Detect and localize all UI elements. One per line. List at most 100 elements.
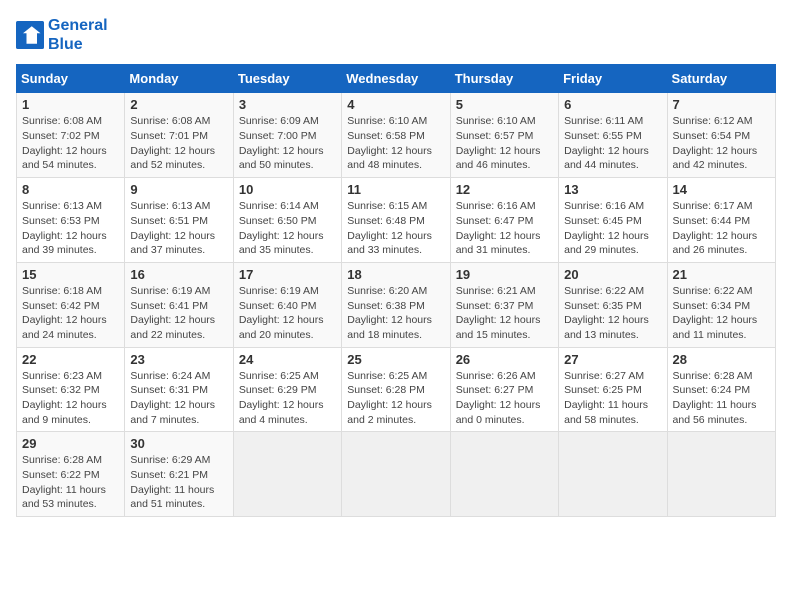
day-number: 19 bbox=[456, 267, 553, 282]
day-details: Sunrise: 6:27 AM Sunset: 6:25 PM Dayligh… bbox=[564, 369, 661, 428]
day-details: Sunrise: 6:19 AM Sunset: 6:41 PM Dayligh… bbox=[130, 284, 227, 343]
day-number: 29 bbox=[22, 436, 119, 451]
empty-cell bbox=[342, 432, 450, 517]
day-details: Sunrise: 6:16 AM Sunset: 6:45 PM Dayligh… bbox=[564, 199, 661, 258]
day-cell-7: 7 Sunrise: 6:12 AM Sunset: 6:54 PM Daylig… bbox=[667, 93, 775, 178]
day-number: 18 bbox=[347, 267, 444, 282]
day-details: Sunrise: 6:13 AM Sunset: 6:51 PM Dayligh… bbox=[130, 199, 227, 258]
day-number: 15 bbox=[22, 267, 119, 282]
day-cell-13: 13 Sunrise: 6:16 AM Sunset: 6:45 PM Dayli… bbox=[559, 178, 667, 263]
header-row: SundayMondayTuesdayWednesdayThursdayFrid… bbox=[17, 65, 776, 93]
day-details: Sunrise: 6:28 AM Sunset: 6:24 PM Dayligh… bbox=[673, 369, 770, 428]
day-details: Sunrise: 6:25 AM Sunset: 6:28 PM Dayligh… bbox=[347, 369, 444, 428]
day-details: Sunrise: 6:16 AM Sunset: 6:47 PM Dayligh… bbox=[456, 199, 553, 258]
logo: General Blue bbox=[16, 16, 108, 54]
day-cell-23: 23Sunrise: 6:24 AM Sunset: 6:31 PM Dayli… bbox=[125, 347, 233, 432]
day-cell-21: 21 Sunrise: 6:22 AM Sunset: 6:34 PM Dayli… bbox=[667, 262, 775, 347]
header-cell-friday: Friday bbox=[559, 65, 667, 93]
day-cell-16: 16 Sunrise: 6:19 AM Sunset: 6:41 PM Dayli… bbox=[125, 262, 233, 347]
day-number: 26 bbox=[456, 352, 553, 367]
day-number: 28 bbox=[673, 352, 770, 367]
day-cell-26: 26 Sunrise: 6:26 AM Sunset: 6:27 PM Dayli… bbox=[450, 347, 558, 432]
day-number: 30 bbox=[130, 436, 227, 451]
day-cell-11: 11Sunrise: 6:15 AM Sunset: 6:48 PM Dayli… bbox=[342, 178, 450, 263]
empty-cell bbox=[450, 432, 558, 517]
day-cell-3: 3 Sunrise: 6:09 AM Sunset: 7:00 PM Daylig… bbox=[233, 93, 341, 178]
day-cell-29: 29 Sunrise: 6:28 AM Sunset: 6:22 PM Dayli… bbox=[17, 432, 125, 517]
day-number: 6 bbox=[564, 97, 661, 112]
day-number: 16 bbox=[130, 267, 227, 282]
day-details: Sunrise: 6:23 AM Sunset: 6:32 PM Dayligh… bbox=[22, 369, 119, 428]
day-cell-10: 10 Sunrise: 6:14 AM Sunset: 6:50 PM Dayli… bbox=[233, 178, 341, 263]
day-cell-2: 2 Sunrise: 6:08 AM Sunset: 7:01 PM Daylig… bbox=[125, 93, 233, 178]
header-cell-wednesday: Wednesday bbox=[342, 65, 450, 93]
day-cell-15: 15 Sunrise: 6:18 AM Sunset: 6:42 PM Dayli… bbox=[17, 262, 125, 347]
calendar-header: SundayMondayTuesdayWednesdayThursdayFrid… bbox=[17, 65, 776, 93]
calendar-week-row: 22 Sunrise: 6:23 AM Sunset: 6:32 PM Dayli… bbox=[17, 347, 776, 432]
day-cell-25: 25Sunrise: 6:25 AM Sunset: 6:28 PM Dayli… bbox=[342, 347, 450, 432]
calendar-body: 1 Sunrise: 6:08 AM Sunset: 7:02 PM Daylig… bbox=[17, 93, 776, 517]
day-cell-27: 27 Sunrise: 6:27 AM Sunset: 6:25 PM Dayli… bbox=[559, 347, 667, 432]
day-details: Sunrise: 6:08 AM Sunset: 7:02 PM Dayligh… bbox=[22, 114, 119, 173]
day-number: 5 bbox=[456, 97, 553, 112]
empty-cell bbox=[233, 432, 341, 517]
day-cell-18: 18 Sunrise: 6:20 AM Sunset: 6:38 PM Dayli… bbox=[342, 262, 450, 347]
day-number: 20 bbox=[564, 267, 661, 282]
header-cell-monday: Monday bbox=[125, 65, 233, 93]
header-cell-saturday: Saturday bbox=[667, 65, 775, 93]
day-cell-30: 30 Sunrise: 6:29 AM Sunset: 6:21 PM Dayli… bbox=[125, 432, 233, 517]
day-number: 12 bbox=[456, 182, 553, 197]
header-cell-sunday: Sunday bbox=[17, 65, 125, 93]
day-details: Sunrise: 6:26 AM Sunset: 6:27 PM Dayligh… bbox=[456, 369, 553, 428]
day-details: Sunrise: 6:08 AM Sunset: 7:01 PM Dayligh… bbox=[130, 114, 227, 173]
day-number: 14 bbox=[673, 182, 770, 197]
logo-text: General Blue bbox=[48, 16, 108, 54]
day-number: 1 bbox=[22, 97, 119, 112]
day-details: Sunrise: 6:09 AM Sunset: 7:00 PM Dayligh… bbox=[239, 114, 336, 173]
day-details: Sunrise: 6:13 AM Sunset: 6:53 PM Dayligh… bbox=[22, 199, 119, 258]
header: General Blue bbox=[16, 16, 776, 54]
day-number: 10 bbox=[239, 182, 336, 197]
calendar-table: SundayMondayTuesdayWednesdayThursdayFrid… bbox=[16, 64, 776, 517]
day-details: Sunrise: 6:14 AM Sunset: 6:50 PM Dayligh… bbox=[239, 199, 336, 258]
day-cell-12: 12 Sunrise: 6:16 AM Sunset: 6:47 PM Dayli… bbox=[450, 178, 558, 263]
day-cell-14: 14 Sunrise: 6:17 AM Sunset: 6:44 PM Dayli… bbox=[667, 178, 775, 263]
day-details: Sunrise: 6:22 AM Sunset: 6:35 PM Dayligh… bbox=[564, 284, 661, 343]
day-number: 21 bbox=[673, 267, 770, 282]
day-number: 8 bbox=[22, 182, 119, 197]
day-details: Sunrise: 6:29 AM Sunset: 6:21 PM Dayligh… bbox=[130, 453, 227, 512]
day-cell-8: 8 Sunrise: 6:13 AM Sunset: 6:53 PM Daylig… bbox=[17, 178, 125, 263]
day-cell-6: 6 Sunrise: 6:11 AM Sunset: 6:55 PM Daylig… bbox=[559, 93, 667, 178]
day-number: 13 bbox=[564, 182, 661, 197]
day-details: Sunrise: 6:12 AM Sunset: 6:54 PM Dayligh… bbox=[673, 114, 770, 173]
day-number: 7 bbox=[673, 97, 770, 112]
logo-icon bbox=[16, 21, 44, 49]
day-number: 3 bbox=[239, 97, 336, 112]
day-number: 2 bbox=[130, 97, 227, 112]
day-details: Sunrise: 6:21 AM Sunset: 6:37 PM Dayligh… bbox=[456, 284, 553, 343]
calendar-week-row: 8 Sunrise: 6:13 AM Sunset: 6:53 PM Daylig… bbox=[17, 178, 776, 263]
day-cell-20: 20 Sunrise: 6:22 AM Sunset: 6:35 PM Dayli… bbox=[559, 262, 667, 347]
day-number: 24 bbox=[239, 352, 336, 367]
day-details: Sunrise: 6:17 AM Sunset: 6:44 PM Dayligh… bbox=[673, 199, 770, 258]
day-cell-28: 28 Sunrise: 6:28 AM Sunset: 6:24 PM Dayli… bbox=[667, 347, 775, 432]
day-details: Sunrise: 6:18 AM Sunset: 6:42 PM Dayligh… bbox=[22, 284, 119, 343]
day-details: Sunrise: 6:11 AM Sunset: 6:55 PM Dayligh… bbox=[564, 114, 661, 173]
header-cell-tuesday: Tuesday bbox=[233, 65, 341, 93]
day-number: 4 bbox=[347, 97, 444, 112]
day-details: Sunrise: 6:19 AM Sunset: 6:40 PM Dayligh… bbox=[239, 284, 336, 343]
calendar-week-row: 15 Sunrise: 6:18 AM Sunset: 6:42 PM Dayli… bbox=[17, 262, 776, 347]
day-details: Sunrise: 6:28 AM Sunset: 6:22 PM Dayligh… bbox=[22, 453, 119, 512]
day-cell-17: 17Sunrise: 6:19 AM Sunset: 6:40 PM Dayli… bbox=[233, 262, 341, 347]
day-cell-24: 24Sunrise: 6:25 AM Sunset: 6:29 PM Dayli… bbox=[233, 347, 341, 432]
calendar-week-row: 1 Sunrise: 6:08 AM Sunset: 7:02 PM Daylig… bbox=[17, 93, 776, 178]
header-cell-thursday: Thursday bbox=[450, 65, 558, 93]
day-details: Sunrise: 6:24 AM Sunset: 6:31 PM Dayligh… bbox=[130, 369, 227, 428]
day-number: 27 bbox=[564, 352, 661, 367]
day-details: Sunrise: 6:20 AM Sunset: 6:38 PM Dayligh… bbox=[347, 284, 444, 343]
day-number: 22 bbox=[22, 352, 119, 367]
day-details: Sunrise: 6:22 AM Sunset: 6:34 PM Dayligh… bbox=[673, 284, 770, 343]
day-cell-1: 1 Sunrise: 6:08 AM Sunset: 7:02 PM Daylig… bbox=[17, 93, 125, 178]
day-cell-9: 9Sunrise: 6:13 AM Sunset: 6:51 PM Daylig… bbox=[125, 178, 233, 263]
day-cell-4: 4Sunrise: 6:10 AM Sunset: 6:58 PM Daylig… bbox=[342, 93, 450, 178]
